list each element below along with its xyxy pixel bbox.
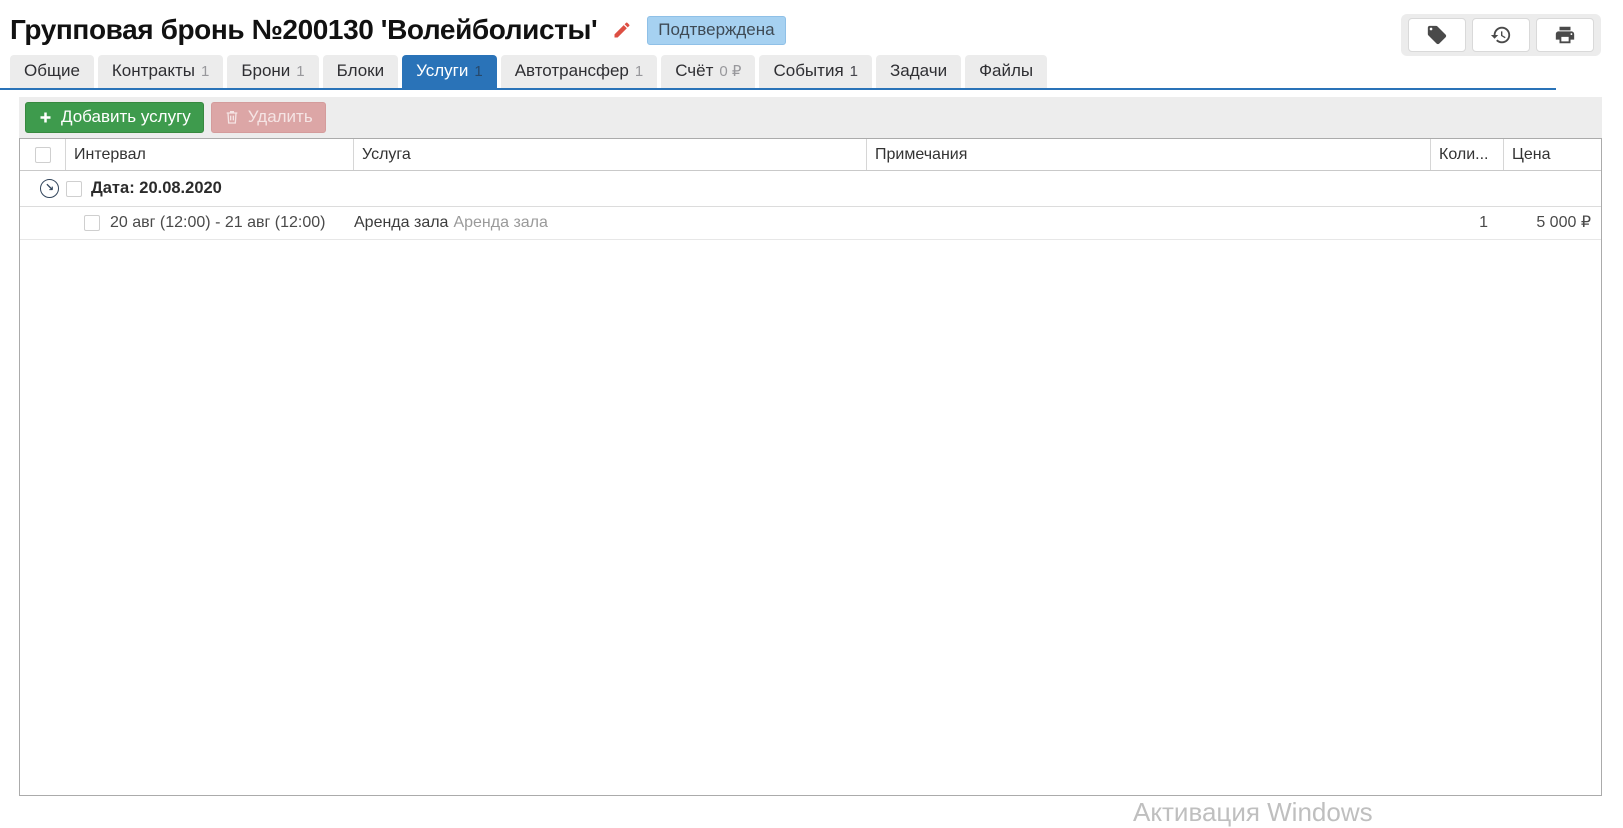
- services-table: Интервал Услуга Примечания Коли... Цена …: [19, 138, 1602, 796]
- row-checkbox[interactable]: [84, 215, 100, 231]
- tab-label: Контракты: [111, 61, 195, 80]
- column-header-price[interactable]: Цена: [1504, 139, 1601, 170]
- tags-button[interactable]: [1408, 18, 1466, 52]
- tab-label: Автотрансфер: [514, 61, 629, 80]
- windows-activation-watermark: Активация Windows: [1133, 797, 1373, 827]
- tab-label: Услуги: [416, 61, 469, 80]
- tab-broni[interactable]: Брони 1: [227, 55, 319, 88]
- delete-service-button[interactable]: Удалить: [210, 102, 326, 133]
- edit-pencil-icon[interactable]: [612, 20, 632, 40]
- table-row[interactable]: 20 авг (12:00) - 21 авг (12:00) Аренда з…: [20, 207, 1601, 240]
- add-service-button[interactable]: Добавить услугу: [25, 102, 204, 133]
- row-interval-text: 20 авг (12:00) - 21 авг (12:00): [110, 214, 326, 231]
- row-price-cell: 5 000 ₽: [1536, 214, 1591, 231]
- row-interval-cell: 20 авг (12:00) - 21 авг (12:00): [66, 207, 354, 239]
- history-button[interactable]: [1472, 18, 1530, 52]
- row-qty-cell: 1: [1479, 214, 1488, 231]
- tab-badge: 1: [200, 63, 210, 80]
- tab-faily[interactable]: Файлы: [965, 55, 1048, 88]
- column-header-qty[interactable]: Коли...: [1431, 139, 1504, 170]
- tab-kontrakty[interactable]: Контракты 1: [97, 55, 224, 88]
- tab-badge: 1: [474, 63, 483, 80]
- tab-uslugi[interactable]: Услуги 1: [402, 55, 497, 88]
- select-all-checkbox[interactable]: [34, 146, 51, 163]
- group-row-date: ↘ Дата: 20.08.2020: [20, 171, 1601, 207]
- collapse-group-icon[interactable]: ↘: [40, 179, 59, 198]
- row-notes-cell: [867, 207, 1431, 239]
- tab-label: События: [773, 61, 844, 80]
- services-toolbar: Добавить услугу Удалить: [19, 97, 1602, 138]
- column-header-interval[interactable]: Интервал: [66, 139, 354, 170]
- tab-sobytiya[interactable]: События 1: [759, 55, 872, 88]
- tab-underline: [0, 88, 1556, 90]
- printer-icon: [1554, 24, 1576, 46]
- tab-badge: 1: [296, 63, 305, 80]
- trash-icon: [224, 109, 240, 125]
- tab-badge: 1: [634, 63, 644, 80]
- row-service-name: Аренда зала: [354, 214, 449, 231]
- tab-obshchie[interactable]: Общие: [10, 55, 94, 88]
- page-title: Групповая бронь №200130 'Волейболисты': [10, 14, 598, 45]
- tab-label: Файлы: [979, 61, 1034, 80]
- group-checkbox[interactable]: [66, 180, 82, 197]
- page-header: Групповая бронь №200130 'Волейболисты' П…: [0, 0, 1623, 56]
- print-button[interactable]: [1536, 18, 1594, 52]
- header-action-group: [1401, 14, 1601, 56]
- tab-badge: 1: [849, 63, 858, 80]
- tab-label: Блоки: [336, 61, 385, 80]
- tab-zadachi[interactable]: Задачи: [876, 55, 962, 88]
- tab-label: Общие: [24, 61, 80, 80]
- add-service-label: Добавить услугу: [61, 107, 191, 126]
- tab-label: Задачи: [890, 61, 948, 80]
- column-header-notes[interactable]: Примечания: [867, 139, 1431, 170]
- tab-bloki[interactable]: Блоки: [322, 55, 399, 88]
- table-header-row: Интервал Услуга Примечания Коли... Цена: [20, 139, 1601, 171]
- tab-label: Брони: [241, 61, 291, 80]
- tab-avtotransfer[interactable]: Автотрансфер 1: [500, 55, 658, 88]
- group-label: Дата: 20.08.2020: [91, 179, 222, 197]
- column-header-service[interactable]: Услуга: [354, 139, 867, 170]
- plus-icon: [38, 110, 53, 125]
- row-check-spacer: [20, 207, 66, 239]
- row-service-cell: Аренда зала Аренда зала: [354, 207, 867, 239]
- tag-icon: [1426, 24, 1448, 46]
- tab-label: Счёт: [675, 61, 714, 80]
- row-service-extra: Аренда зала: [453, 214, 548, 231]
- delete-service-label: Удалить: [247, 107, 313, 126]
- tab-badge: 0 ₽: [719, 63, 742, 80]
- status-badge: Подтверждена: [647, 15, 786, 45]
- select-all-cell: [20, 139, 66, 170]
- tab-schet[interactable]: Счёт 0 ₽: [661, 55, 756, 88]
- tab-bar: Общие Контракты 1 Брони 1 Блоки Услуги 1 Ав…: [10, 55, 1623, 88]
- history-icon: [1490, 24, 1512, 46]
